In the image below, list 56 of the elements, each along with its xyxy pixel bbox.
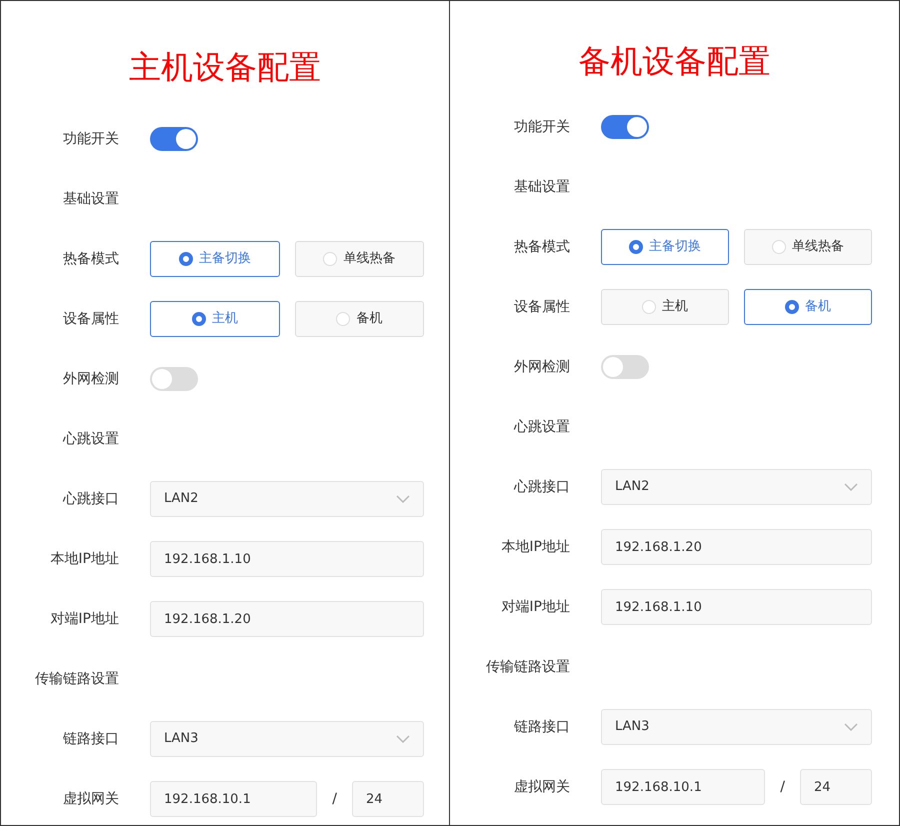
- dropdown-field[interactable]: LAN3: [150, 721, 424, 757]
- radio-option[interactable]: 单线热备: [294, 241, 424, 277]
- radio-option[interactable]: 主机: [601, 289, 729, 325]
- chevron-down-icon: [844, 723, 858, 731]
- field-label: 链路接口: [62, 730, 119, 748]
- section-heading: 传输链路设置: [34, 670, 119, 688]
- radio-option[interactable]: 主机: [150, 301, 280, 337]
- dropdown-field[interactable]: LAN3: [601, 709, 872, 745]
- panel-title: 备机设备配置: [578, 41, 772, 81]
- field-label: 本地IP地址: [49, 550, 119, 568]
- mask-field[interactable]: 24: [800, 769, 872, 805]
- field-label: 本地IP地址: [500, 538, 570, 556]
- section-heading: 心跳设置: [62, 430, 119, 448]
- input-field[interactable]: 192.168.1.10: [150, 541, 424, 577]
- radio-option[interactable]: 备机: [744, 289, 872, 325]
- radio-option[interactable]: 主备切换: [150, 241, 280, 277]
- radio-option[interactable]: 备机: [294, 301, 424, 337]
- field-label: 心跳接口: [512, 478, 570, 496]
- input-field[interactable]: 192.168.1.20: [150, 601, 424, 637]
- field-label: 热备模式: [513, 238, 570, 256]
- field-label: 设备属性: [513, 298, 570, 316]
- section-heading: 心跳设置: [512, 418, 570, 436]
- section-heading: 传输链路设置: [485, 658, 570, 676]
- chevron-down-icon: [396, 735, 410, 743]
- input-field[interactable]: 192.168.1.20: [601, 529, 872, 565]
- field-label: 对端IP地址: [49, 610, 119, 628]
- radio-option[interactable]: 单线热备: [744, 229, 872, 265]
- toggle-switch[interactable]: [601, 115, 649, 139]
- chevron-down-icon: [396, 495, 410, 503]
- separator-text: /: [332, 790, 337, 808]
- toggle-switch[interactable]: [150, 127, 198, 151]
- field-label: 链路接口: [513, 718, 570, 736]
- field-label: 外网检测: [513, 358, 570, 376]
- field-label: 设备属性: [62, 310, 119, 328]
- field-label: 功能开关: [62, 130, 119, 148]
- field-label: 虚拟网关: [62, 790, 119, 808]
- radio-option[interactable]: 主备切换: [601, 229, 729, 265]
- mask-field[interactable]: 24: [352, 781, 424, 817]
- section-heading: 基础设置: [62, 190, 119, 208]
- field-label: 心跳接口: [62, 490, 119, 508]
- section-heading: 基础设置: [513, 178, 570, 196]
- input-field[interactable]: 192.168.10.1: [601, 769, 766, 805]
- input-field[interactable]: 192.168.10.1: [150, 781, 318, 817]
- dropdown-field[interactable]: LAN2: [150, 481, 424, 517]
- field-label: 功能开关: [513, 118, 570, 136]
- toggle-switch[interactable]: [150, 367, 198, 391]
- chevron-down-icon: [844, 483, 858, 491]
- field-label: 虚拟网关: [513, 778, 570, 796]
- field-label: 热备模式: [62, 250, 119, 268]
- toggle-switch[interactable]: [601, 355, 649, 379]
- panel-title: 主机设备配置: [128, 47, 322, 87]
- separator-text: /: [780, 778, 785, 796]
- field-label: 对端IP地址: [500, 598, 570, 616]
- dropdown-field[interactable]: LAN2: [601, 469, 872, 505]
- input-field[interactable]: 192.168.1.10: [601, 589, 872, 625]
- field-label: 外网检测: [62, 370, 119, 388]
